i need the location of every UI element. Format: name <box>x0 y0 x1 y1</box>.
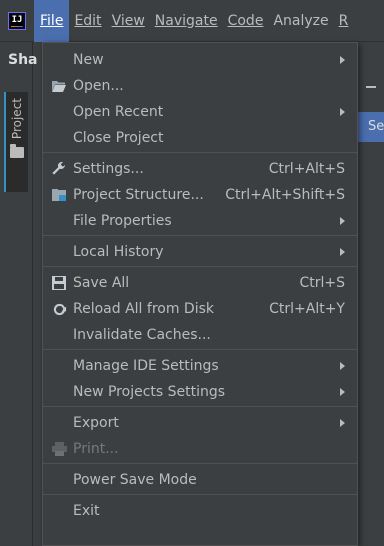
menu-edit-label: Edit <box>74 12 102 29</box>
menu-separator <box>43 266 357 269</box>
menu-entry-open[interactable]: Open... <box>43 73 357 99</box>
entry-label: Print... <box>73 441 119 457</box>
menu-separator <box>43 235 357 238</box>
left-tool-strip: Project <box>0 42 33 546</box>
submenu-arrow-icon <box>340 419 345 427</box>
menu-separator <box>43 406 357 409</box>
submenu-arrow-icon <box>340 388 345 396</box>
entry-label: Invalidate Caches... <box>73 327 211 343</box>
entry-shortcut: Ctrl+Alt+Shift+S <box>225 187 345 203</box>
entry-label: Save All <box>73 275 130 291</box>
menu-entry-local-history[interactable]: Local History <box>43 239 357 265</box>
menu-separator <box>43 494 357 497</box>
folder-open-icon <box>51 78 67 94</box>
entry-label: Settings... <box>73 161 144 177</box>
menu-entry-export[interactable]: Export <box>43 410 357 436</box>
submenu-arrow-icon <box>340 217 345 225</box>
menu-navigate-label: Navigate <box>154 12 218 29</box>
panel-title-fragment: Sha <box>8 52 38 68</box>
menu-file-label: File <box>40 12 64 29</box>
menu-entry-reload-all[interactable]: Reload All from Disk Ctrl+Alt+Y <box>43 296 357 322</box>
intellij-logo-icon[interactable]: IJ <box>8 11 26 30</box>
menu-entry-manage-ide-settings[interactable]: Manage IDE Settings <box>43 353 357 379</box>
menu-navigate[interactable]: Navigate <box>150 0 223 42</box>
menu-entry-open-recent[interactable]: Open Recent <box>43 99 357 125</box>
menu-code[interactable]: Code <box>223 0 269 42</box>
submenu-arrow-icon <box>340 56 345 64</box>
project-tab-label: Project <box>10 98 24 140</box>
printer-icon <box>51 441 67 457</box>
menu-entry-new[interactable]: New <box>43 47 357 73</box>
entry-shortcut: Ctrl+S <box>299 275 345 291</box>
menu-entry-settings[interactable]: Settings... Ctrl+Alt+S <box>43 156 357 182</box>
entry-label: File Properties <box>73 213 172 229</box>
entry-label: Export <box>73 415 119 431</box>
entry-label: Manage IDE Settings <box>73 358 219 374</box>
entry-label: New <box>73 52 104 68</box>
submenu-arrow-icon <box>340 108 345 116</box>
menu-entry-save-all[interactable]: Save All Ctrl+S <box>43 270 357 296</box>
main-menubar: IJ File Edit View Navigate Code Analyze … <box>0 0 384 42</box>
entry-shortcut: Ctrl+Alt+Y <box>269 301 345 317</box>
menu-separator <box>43 152 357 155</box>
menu-entry-power-save-mode[interactable]: Power Save Mode <box>43 467 357 493</box>
menu-separator <box>43 463 357 466</box>
entry-label: Power Save Mode <box>73 472 197 488</box>
entry-label: Open... <box>73 78 124 94</box>
search-fragment: Se <box>358 112 384 142</box>
entry-label: Close Project <box>73 130 164 146</box>
submenu-arrow-icon <box>340 362 345 370</box>
menu-entry-new-projects-settings[interactable]: New Projects Settings <box>43 379 357 405</box>
menu-entry-exit[interactable]: Exit <box>43 498 357 524</box>
project-tool-tab[interactable]: Project <box>4 92 28 192</box>
menu-analyze[interactable]: Analyze <box>268 0 333 42</box>
menu-refactor-truncated[interactable]: R <box>334 0 354 42</box>
file-menu-dropdown: New Open... Open Recent Close Project Se… <box>42 42 358 546</box>
submenu-arrow-icon <box>340 248 345 256</box>
save-icon <box>51 275 67 291</box>
entry-label: Local History <box>73 244 164 260</box>
menu-view[interactable]: View <box>107 0 150 42</box>
folder-icon <box>10 144 24 159</box>
menu-view-label: View <box>111 12 145 29</box>
menu-analyze-label: Analyze <box>273 12 329 29</box>
menu-entry-print: Print... <box>43 436 357 462</box>
menu-code-label: Code <box>227 12 264 29</box>
menu-entry-project-structure[interactable]: Project Structure... Ctrl+Alt+Shift+S <box>43 182 357 208</box>
minimize-icon[interactable] <box>366 86 376 88</box>
entry-label: New Projects Settings <box>73 384 226 400</box>
entry-shortcut: Ctrl+Alt+S <box>268 161 345 177</box>
entry-label: Project Structure... <box>73 187 204 203</box>
menu-entry-close-project[interactable]: Close Project <box>43 125 357 151</box>
menu-separator <box>43 349 357 352</box>
app-icon-text: IJ <box>10 15 24 26</box>
menu-file[interactable]: File <box>34 0 70 42</box>
menu-r-label: R <box>338 12 349 29</box>
menu-entry-invalidate-caches[interactable]: Invalidate Caches... <box>43 322 357 348</box>
menu-entry-file-properties[interactable]: File Properties <box>43 208 357 234</box>
entry-label: Reload All from Disk <box>73 301 214 317</box>
wrench-icon <box>51 161 67 177</box>
reload-icon <box>51 301 67 317</box>
menu-edit[interactable]: Edit <box>69 0 106 42</box>
project-structure-icon <box>51 187 67 203</box>
entry-label: Exit <box>73 503 100 519</box>
entry-label: Open Recent <box>73 104 164 120</box>
